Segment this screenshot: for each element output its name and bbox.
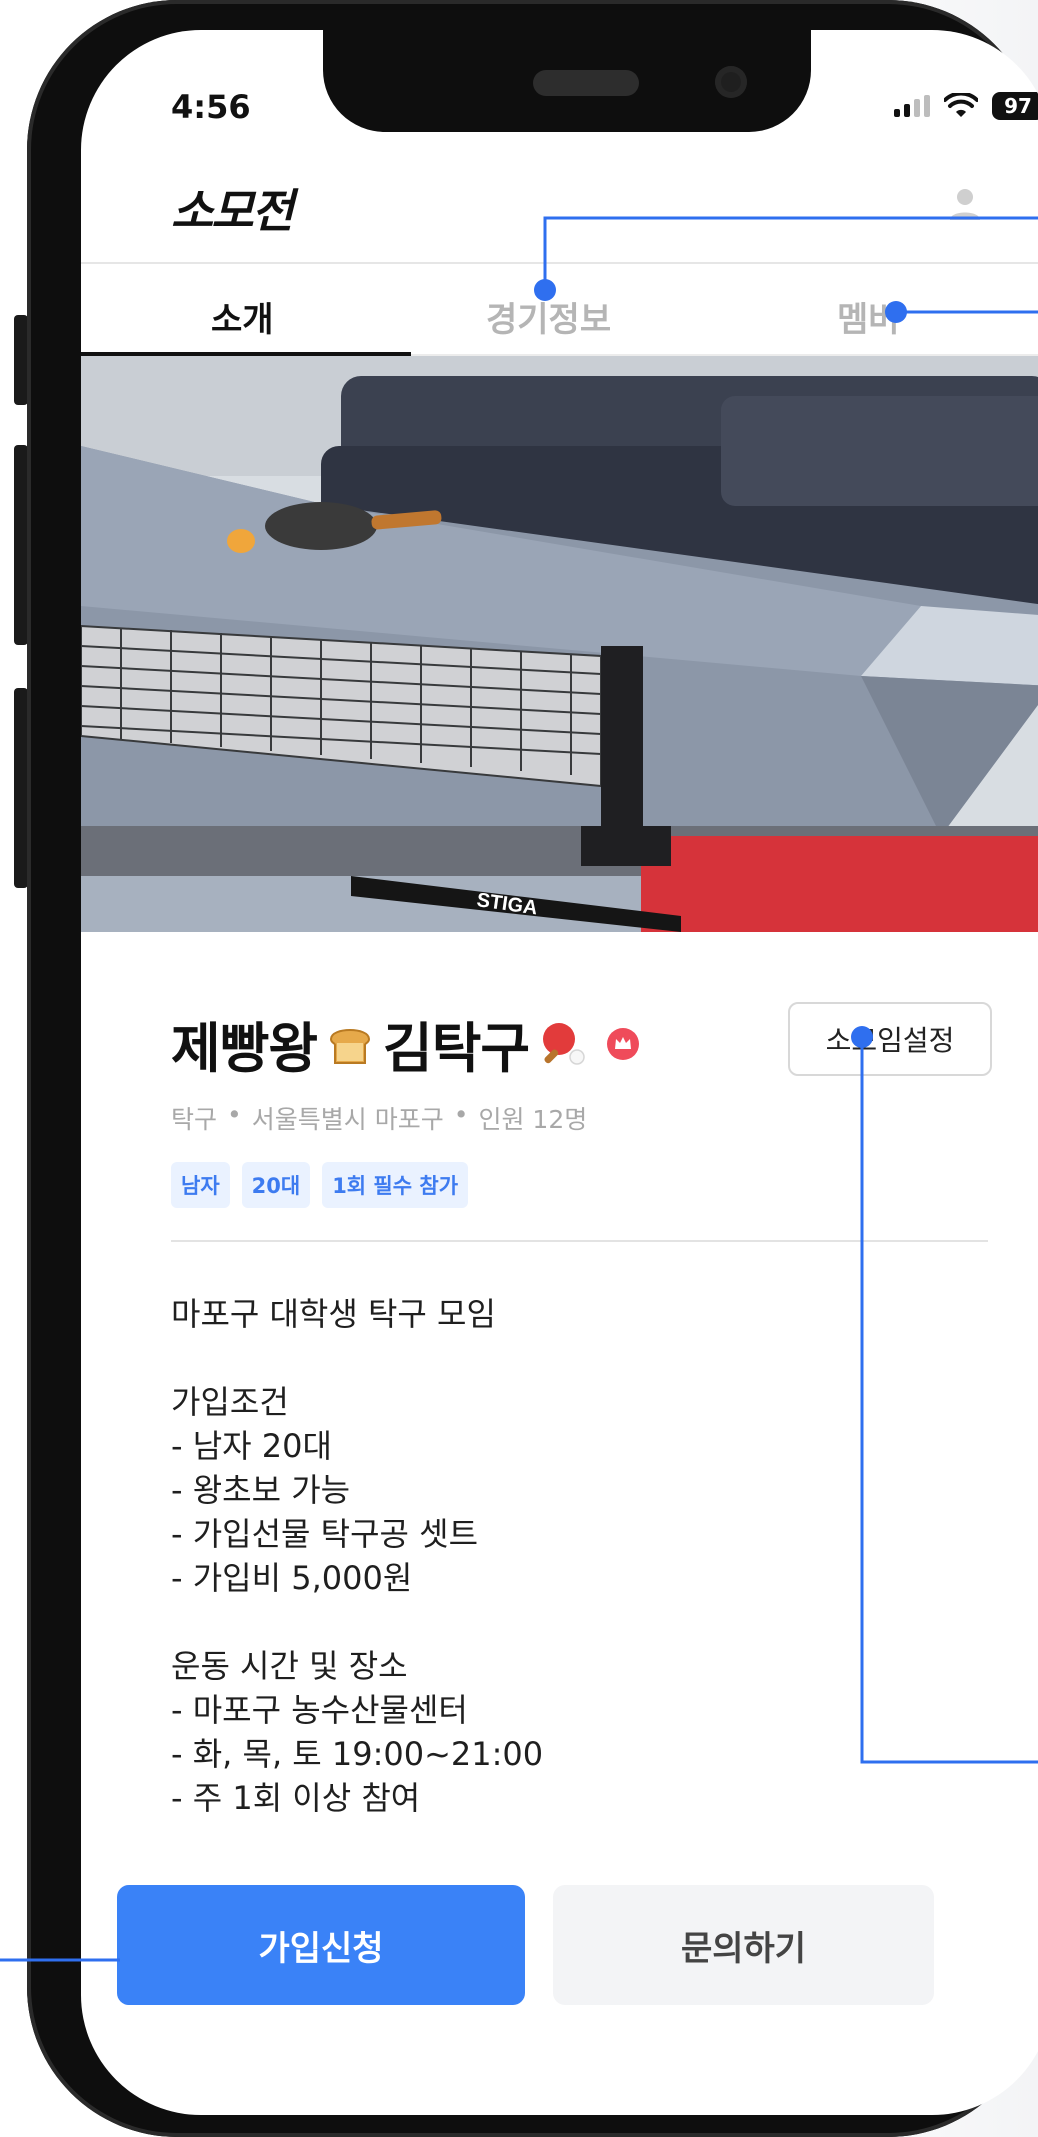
club-title-row: 제빵왕 김탁구 bbox=[171, 1004, 641, 1083]
signal-icon bbox=[894, 95, 930, 117]
club-cover-image: STIGA bbox=[81, 356, 1038, 932]
tab-match-info[interactable]: 경기정보 bbox=[486, 292, 611, 341]
volume-up-button bbox=[14, 445, 28, 645]
description-intro: 마포구 대학생 탁구 모임 bbox=[171, 1295, 496, 1333]
conditions-title: 가입조건 bbox=[171, 1383, 289, 1421]
schedule-item: - 주 1회 이상 참여 bbox=[171, 1779, 421, 1817]
club-description: 마포구 대학생 탁구 모임 가입조건 - 남자 20대 - 왕초보 가능 - 가… bbox=[171, 1292, 988, 1820]
condition-item: - 왕초보 가능 bbox=[171, 1471, 351, 1509]
condition-item: - 남자 20대 bbox=[171, 1427, 332, 1465]
club-name-part2: 김탁구 bbox=[383, 1017, 530, 1080]
club-name-part1: 제빵왕 bbox=[171, 1017, 318, 1080]
condition-item: - 가입비 5,000원 bbox=[171, 1559, 413, 1597]
tag-attendance: 1회 필수 참가 bbox=[322, 1162, 469, 1208]
status-icons: 97 bbox=[894, 92, 1038, 120]
silent-switch bbox=[14, 315, 28, 405]
volume-down-button bbox=[14, 688, 28, 888]
profile-icon[interactable] bbox=[941, 180, 989, 228]
crown-badge-icon bbox=[607, 1027, 640, 1060]
club-settings-button[interactable]: 소모임설정 bbox=[788, 1002, 992, 1076]
schedule-title: 운동 시간 및 장소 bbox=[171, 1647, 408, 1685]
meta-separator: • bbox=[453, 1100, 469, 1129]
wifi-icon bbox=[944, 93, 978, 117]
battery-icon: 97 bbox=[992, 92, 1038, 120]
tab-intro[interactable]: 소개 bbox=[211, 292, 274, 341]
schedule-item: - 화, 목, 토 19:00~21:00 bbox=[171, 1735, 544, 1773]
condition-item: - 가입선물 탁구공 셋트 bbox=[171, 1515, 479, 1553]
phone-screen: 4:56 97 소모전 소개 경기정보 멤버 STIGA 제빵왕 김탁구 소모임… bbox=[81, 30, 1038, 2115]
app-logo[interactable]: 소모전 bbox=[171, 175, 294, 241]
phone-frame: 4:56 97 소모전 소개 경기정보 멤버 STIGA 제빵왕 김탁구 소모임… bbox=[27, 0, 1038, 2137]
speaker-grille bbox=[533, 70, 639, 96]
ping-pong-paddle-icon bbox=[543, 1022, 585, 1065]
tag-age: 20대 bbox=[241, 1162, 311, 1208]
meta-member-count: 인원 12명 bbox=[478, 1105, 588, 1134]
section-divider bbox=[171, 1240, 988, 1242]
tab-members[interactable]: 멤버 bbox=[837, 292, 900, 341]
tag-gender: 남자 bbox=[171, 1162, 230, 1208]
meta-category: 탁구 bbox=[171, 1105, 218, 1134]
club-meta: 탁구 • 서울특별시 마포구 • 인원 12명 bbox=[171, 1100, 587, 1136]
status-time: 4:56 bbox=[171, 88, 251, 126]
meta-separator: • bbox=[227, 1100, 242, 1129]
front-camera bbox=[715, 66, 747, 98]
tabs-top-divider bbox=[81, 262, 1038, 264]
meta-location: 서울특별시 마포구 bbox=[251, 1105, 444, 1134]
join-button[interactable]: 가입신청 bbox=[117, 1885, 525, 2005]
inquiry-button[interactable]: 문의하기 bbox=[553, 1885, 934, 2005]
bread-icon bbox=[330, 1028, 371, 1064]
club-tags: 남자 20대 1회 필수 참가 bbox=[171, 1162, 469, 1208]
schedule-item: - 마포구 농수산물센터 bbox=[171, 1691, 468, 1729]
